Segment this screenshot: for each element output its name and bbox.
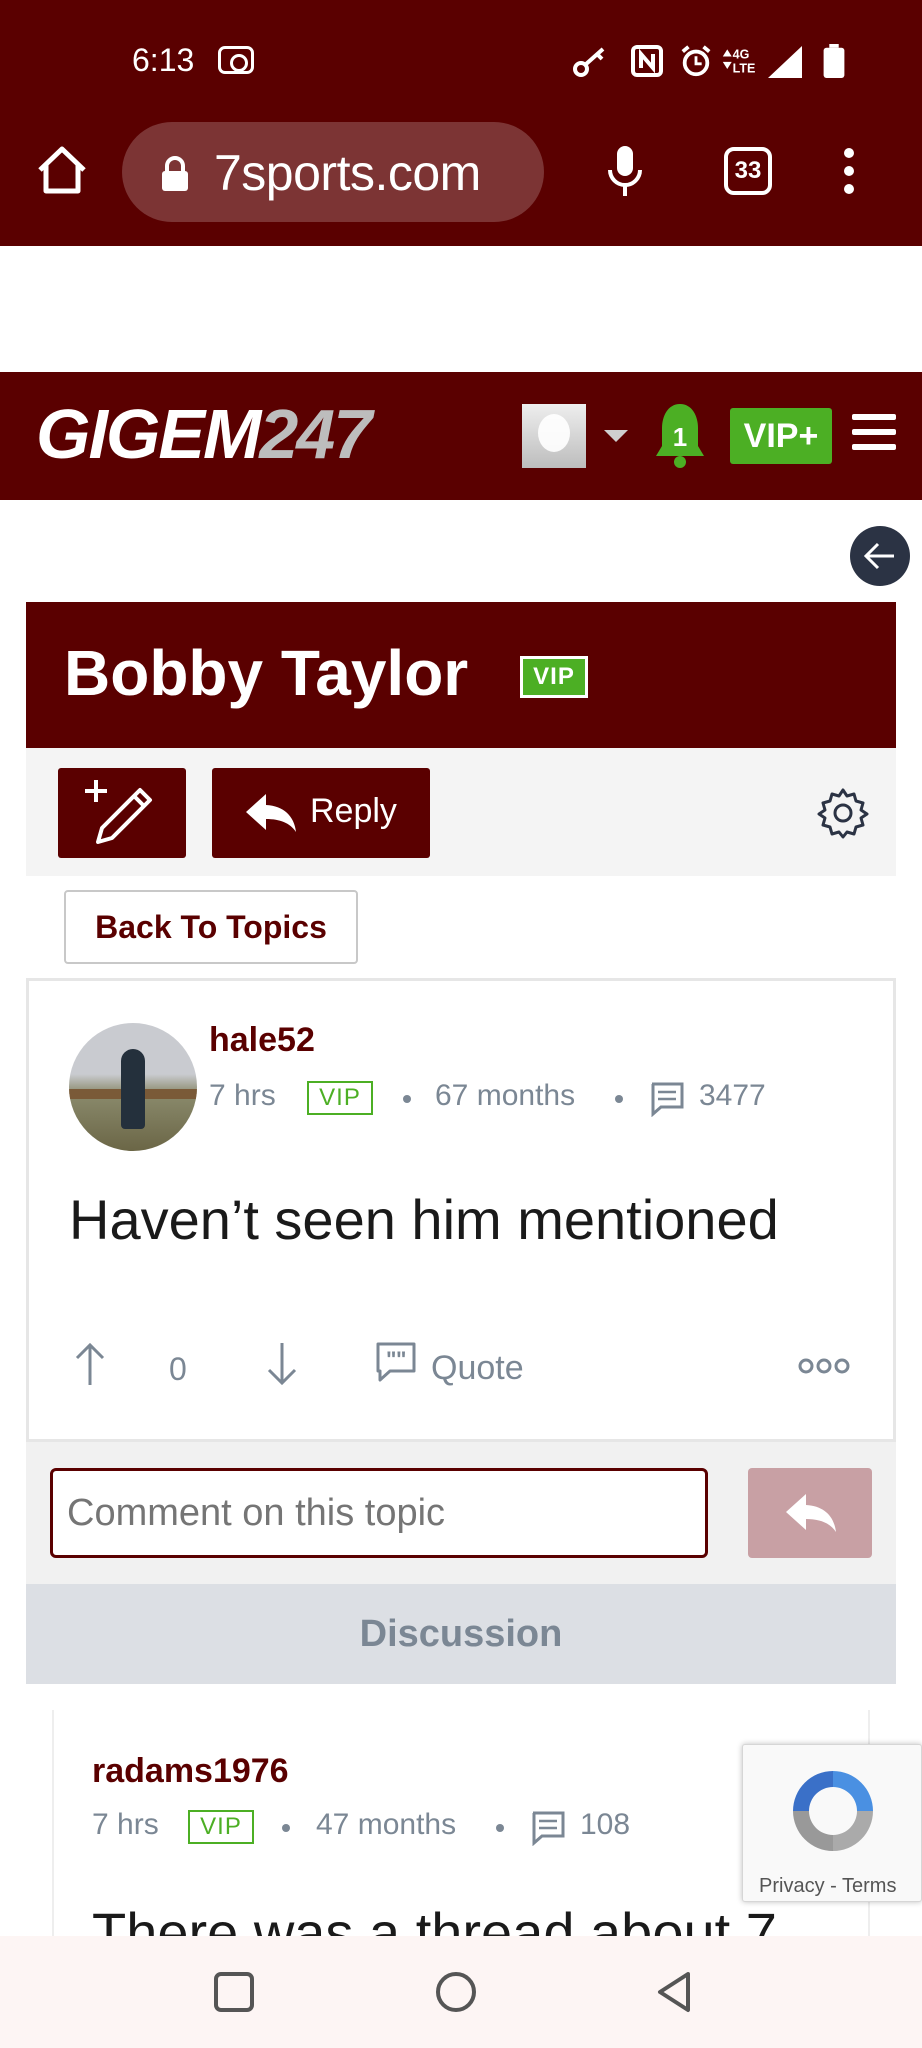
comment-count-icon [651, 1082, 684, 1117]
alarm-icon [681, 45, 711, 77]
terms-link[interactable]: Terms [842, 1875, 896, 1897]
more-options-icon[interactable] [797, 1355, 851, 1377]
post-tenure: 47 months [316, 1808, 457, 1841]
svg-text:": " [386, 1347, 396, 1372]
post-author[interactable]: radams1976 [92, 1752, 289, 1791]
back-to-topics-button[interactable]: Back To Topics [64, 890, 358, 964]
post-time: 7 hrs [209, 1079, 276, 1112]
back-arrow-button[interactable] [850, 526, 910, 586]
post-author[interactable]: hale52 [209, 1021, 315, 1060]
url-text: 7sports.com [214, 145, 481, 201]
url-bar[interactable]: 7sports.com [122, 122, 544, 222]
reply-button[interactable]: Reply [212, 768, 430, 858]
avatar[interactable] [69, 1023, 197, 1151]
thread-actions: Reply [26, 748, 896, 876]
link-separator: - [824, 1875, 842, 1897]
vote-count: 0 [169, 1351, 187, 1387]
screen-record-icon [218, 46, 254, 74]
svg-text:": " [396, 1347, 406, 1372]
network-4g-icon: 4G LTE [722, 47, 756, 76]
pencil-plus-icon [85, 780, 152, 844]
arrow-left-icon [863, 542, 894, 570]
svg-text:LTE: LTE [733, 62, 756, 76]
post-card: hale52 7 hrs VIP 67 months 3477 Haven’t … [26, 978, 896, 1442]
thread-header: Bobby Taylor VIP [26, 602, 896, 748]
vip-tag: VIP [307, 1081, 373, 1115]
vip-plus-button[interactable]: VIP+ [730, 408, 832, 464]
comment-composer [26, 1442, 896, 1584]
site-logo[interactable]: GIGEM247 [36, 394, 372, 474]
vip-badge: VIP [520, 656, 588, 698]
reply-icon [786, 1494, 836, 1532]
post-tenure: 67 months [435, 1079, 576, 1112]
notification-count: 1 [672, 422, 688, 452]
reply-label: Reply [310, 792, 397, 830]
comment-input[interactable] [50, 1468, 708, 1558]
comment-count-icon [532, 1811, 565, 1846]
separator-dot [615, 1095, 623, 1103]
privacy-link[interactable]: Privacy [759, 1875, 825, 1897]
discussion-header: Discussion [26, 1584, 896, 1684]
home-icon[interactable] [36, 144, 88, 196]
recaptcha-links[interactable]: Privacy - Terms [759, 1875, 896, 1898]
quote-label: Quote [431, 1349, 524, 1387]
quote-button[interactable]: " " Quote [375, 1341, 524, 1389]
separator-dot [403, 1095, 411, 1103]
site-header: GIGEM247 1 VIP+ [0, 372, 922, 500]
logo-text: GIGEM [36, 395, 261, 473]
notification-bell-button[interactable]: 1 [652, 400, 708, 470]
recaptcha-logo-icon [793, 1771, 873, 1851]
key-icon [573, 47, 605, 77]
gear-icon[interactable] [816, 786, 870, 840]
post-time: 7 hrs [92, 1808, 159, 1841]
recent-apps-icon[interactable] [212, 1970, 256, 2014]
battery-icon [823, 44, 845, 78]
comment-submit-button[interactable] [748, 1468, 872, 1558]
more-vert-icon[interactable] [840, 146, 858, 196]
user-avatar-button[interactable] [522, 404, 586, 468]
separator-dot [282, 1824, 290, 1832]
post-body: Haven’t seen him mentioned [69, 1188, 779, 1251]
recaptcha-badge[interactable]: Privacy - Terms [742, 1744, 922, 1902]
arrow-up-icon[interactable] [73, 1341, 107, 1387]
system-nav-bar [0, 1936, 922, 2048]
tab-switcher-button[interactable]: 33 [724, 147, 772, 195]
signal-icon [768, 46, 802, 78]
status-time: 6:13 [132, 42, 195, 78]
browser-chrome: 6:13 4G LTE 7sports.com 33 [0, 0, 922, 246]
microphone-icon[interactable] [606, 144, 644, 200]
chevron-down-icon[interactable] [604, 430, 628, 442]
back-nav-icon[interactable] [654, 1970, 698, 2014]
reply-icon [246, 794, 296, 832]
vip-tag: VIP [188, 1810, 254, 1844]
new-topic-button[interactable] [58, 768, 186, 858]
quote-icon: " " [376, 1342, 416, 1382]
logo-number: 247 [259, 395, 372, 473]
separator-dot [496, 1824, 504, 1832]
post-count: 3477 [699, 1079, 766, 1112]
hamburger-menu-icon[interactable] [852, 414, 896, 454]
post-count: 108 [580, 1808, 631, 1841]
nfc-icon [631, 45, 663, 77]
home-nav-icon[interactable] [434, 1970, 478, 2014]
page-title: Bobby Taylor [64, 637, 469, 709]
lock-icon [162, 156, 188, 191]
arrow-down-icon[interactable] [265, 1341, 299, 1387]
svg-text:4G: 4G [733, 47, 750, 61]
